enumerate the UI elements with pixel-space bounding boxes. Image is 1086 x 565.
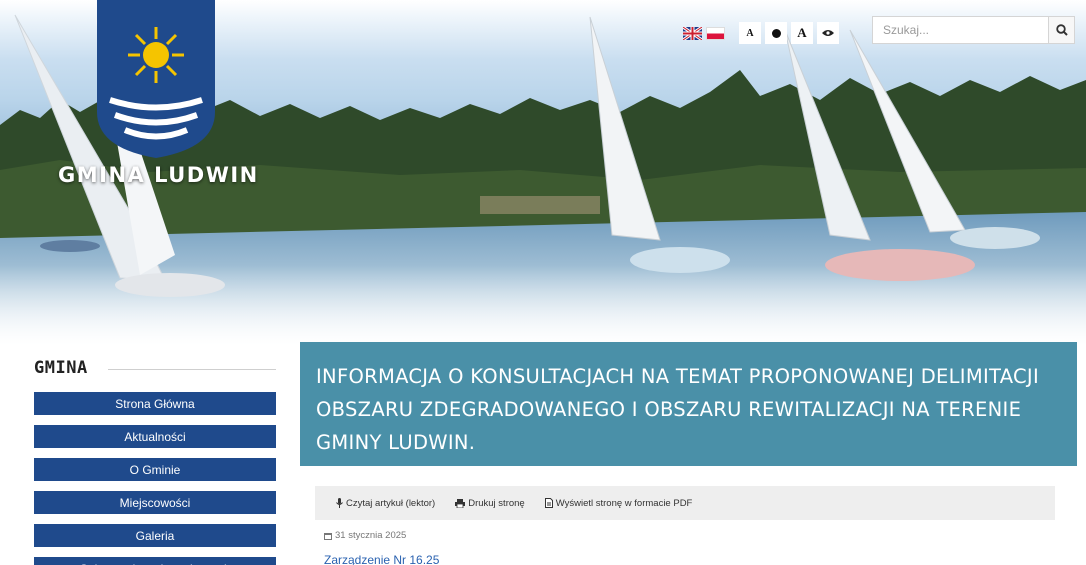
print-label: Drukuj stronę: [468, 497, 525, 509]
sidebar-item-aktualnosci[interactable]: Aktualności: [34, 425, 276, 448]
sidebar-title: GMINA: [34, 358, 88, 378]
sidebar-item-ochrona-danych[interactable]: Ochrona danych osobowych: [34, 557, 276, 565]
microphone-icon: [336, 498, 343, 508]
article-date: 31 stycznia 2025: [324, 530, 1055, 541]
print-button[interactable]: Drukuj stronę: [448, 492, 532, 514]
search-button[interactable]: [1048, 17, 1074, 43]
sidebar-item-o-gminie[interactable]: O Gminie: [34, 458, 276, 481]
sidebar: GMINA Strona Główna Aktualności O Gminie…: [34, 355, 276, 565]
search-input[interactable]: [873, 17, 1048, 43]
pl-flag-icon[interactable]: [706, 26, 725, 40]
search-box: [872, 16, 1075, 44]
header-banner: GMINA LUDWIN A A: [0, 0, 1086, 345]
sidebar-item-miejscowosci[interactable]: Miejscowości: [34, 491, 276, 514]
coat-of-arms-logo[interactable]: [95, 0, 217, 160]
sidebar-item-galeria[interactable]: Galeria: [34, 524, 276, 547]
read-aloud-button[interactable]: Czytaj artykuł (lektor): [329, 492, 442, 514]
uk-flag-icon[interactable]: [683, 26, 702, 40]
document-icon: [544, 498, 553, 508]
sidebar-item-strona-glowna[interactable]: Strona Główna: [34, 392, 276, 415]
font-size-normal-button[interactable]: A: [739, 22, 761, 44]
article-content: Czytaj artykuł (lektor) Drukuj stronę Wy…: [315, 486, 1055, 565]
article-toolbar: Czytaj artykuł (lektor) Drukuj stronę Wy…: [315, 486, 1055, 520]
font-size-large-button[interactable]: A: [791, 22, 813, 44]
sidebar-menu: Strona Główna Aktualności O Gminie Miejs…: [34, 392, 276, 565]
sidebar-divider: [107, 368, 276, 370]
search-icon: [1055, 24, 1068, 36]
read-aloud-label: Czytaj artykuł (lektor): [346, 497, 436, 509]
eye-icon[interactable]: [817, 22, 839, 44]
article-title-banner: INFORMACJA O KONSULTACJACH NA TEMAT PROP…: [300, 342, 1077, 466]
contrast-icon[interactable]: [765, 22, 787, 44]
accessibility-toolbar: A A: [683, 20, 839, 46]
article-title: INFORMACJA O KONSULTACJACH NA TEMAT PROP…: [316, 365, 1040, 454]
printer-icon: [455, 498, 466, 508]
attachment-link[interactable]: Zarządzenie Nr 16.25: [324, 553, 1055, 565]
pdf-button[interactable]: Wyświetl stronę w formacie PDF: [538, 492, 700, 514]
site-brand-name[interactable]: GMINA LUDWIN: [58, 163, 259, 187]
calendar-icon: [324, 532, 332, 540]
article-date-text: 31 stycznia 2025: [335, 530, 407, 541]
sidebar-header: GMINA: [34, 355, 276, 381]
pdf-label: Wyświetl stronę w formacie PDF: [555, 497, 693, 509]
